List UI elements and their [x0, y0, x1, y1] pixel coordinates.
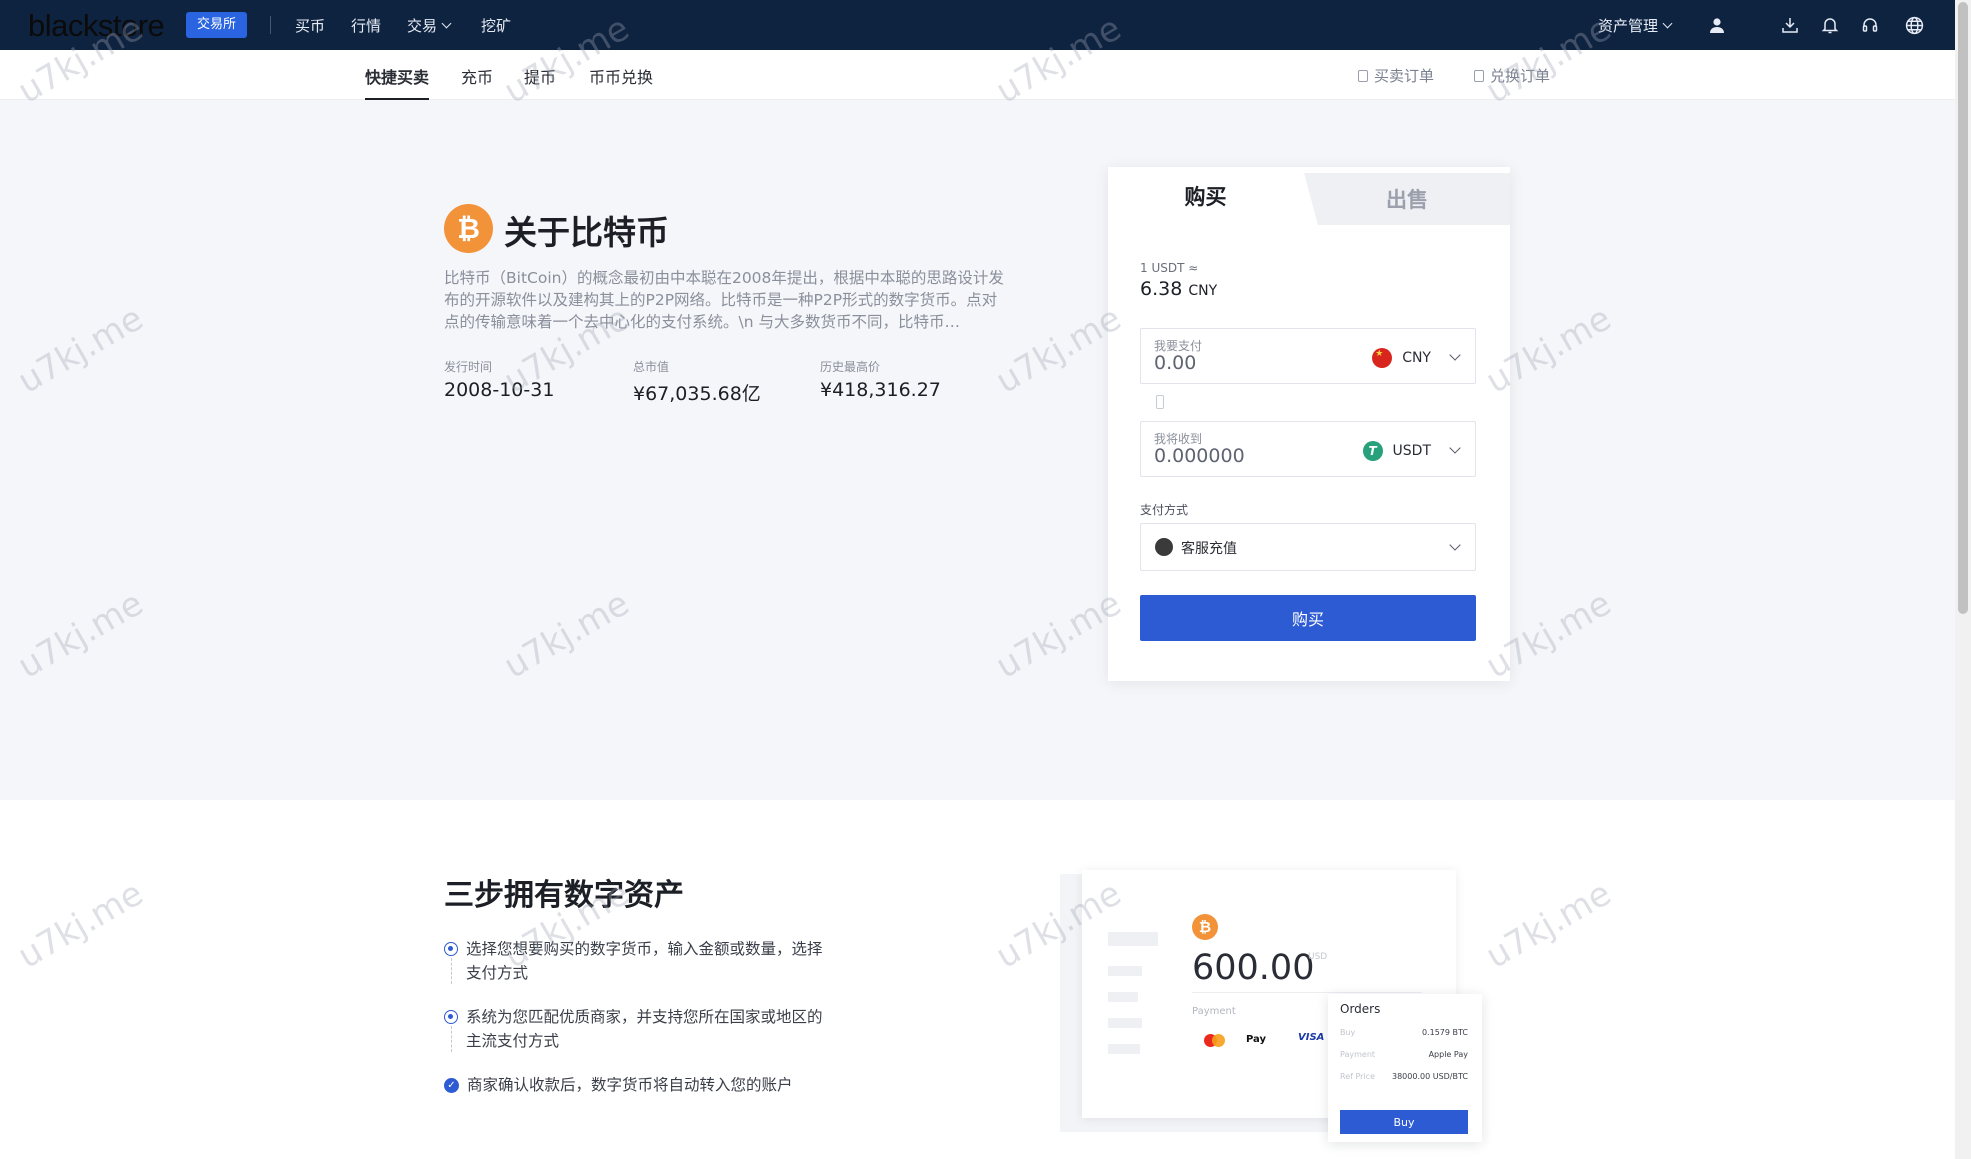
payment-method-value: 客服充值 [1181, 541, 1237, 557]
coin-description: 比特币（BitCoin）的概念最初由中本聪在2008年提出，根据中本聪的思路设计… [444, 269, 1004, 331]
skeleton-bar [1108, 1044, 1140, 1054]
step-radio-icon [444, 1010, 458, 1024]
mock-unit: USD [1308, 952, 1328, 962]
watermark: u7kj.me [497, 583, 636, 687]
china-flag-icon [1372, 348, 1393, 368]
orders-title: Orders [1340, 1002, 1381, 1016]
user-icon[interactable] [1706, 14, 1728, 36]
tab-deposit[interactable]: 充币 [461, 64, 493, 88]
divider [1192, 992, 1422, 993]
stat-value: 2008-10-31 [444, 379, 555, 401]
order-row: Ref Price 38000.00 USD/BTC [1340, 1072, 1468, 1081]
skeleton-bar [1108, 992, 1138, 1002]
tab-coin-swap[interactable]: 币币兑换 [589, 64, 653, 88]
trade-card: 出售 购买 1 USDT ≈ 6.38 CNY 我要支付 0.00 CNY 我将… [1108, 167, 1510, 681]
order-row: Payment Apple Pay [1340, 1050, 1468, 1059]
mastercard-icon [1212, 1034, 1225, 1047]
stat-issue-date: 发行时间 2008-10-31 [444, 358, 554, 401]
rate-value: 6.38 CNY [1140, 278, 1218, 300]
steps-section: 三步拥有数字资产 选择您想要购买的数字货币，输入金额或数量，选择支付方式 系统为… [0, 800, 1955, 1159]
exchange-badge[interactable]: 交易所 [186, 12, 248, 38]
chevron-down-icon[interactable] [1449, 442, 1461, 454]
bell-icon[interactable] [1819, 14, 1841, 36]
trade-orders-link[interactable]: 买卖订单 [1358, 65, 1434, 86]
skeleton-bar [1108, 966, 1142, 976]
step-radio-icon [444, 942, 458, 956]
skeleton-bar [1108, 932, 1158, 946]
skeleton-bar [1108, 1018, 1142, 1028]
top-navbar: blackstore 交易所 买币 行情 交易 挖矿 资产管理 [0, 0, 1955, 50]
stat-label: 历史最高价 [820, 360, 881, 374]
stat-value: ¥67,035.68亿 [633, 383, 761, 405]
nav-trade[interactable]: 交易 [407, 15, 452, 36]
mock-buy-button: Buy [1340, 1110, 1468, 1134]
tether-icon: T [1362, 441, 1383, 461]
pay-amount-field[interactable]: 我要支付 0.00 CNY [1140, 328, 1476, 384]
bitcoin-icon: ₿ [444, 204, 493, 253]
rate-label: 1 USDT ≈ [1140, 261, 1199, 275]
orders-card: Orders Buy 0.1579 BTC Payment Apple Pay Re… [1328, 994, 1482, 1142]
payment-method-select[interactable]: 客服充值 [1140, 523, 1476, 571]
chevron-down-icon[interactable] [1449, 349, 1461, 361]
chevron-down-icon [1662, 18, 1673, 29]
document-icon [1358, 69, 1368, 82]
bitcoin-icon: ₿ [1192, 914, 1218, 940]
receive-amount-input[interactable]: 0.000000 [1154, 445, 1245, 467]
payment-method-label: 支付方式 [1140, 503, 1189, 517]
watermark: u7kj.me [11, 583, 150, 687]
swap-icon[interactable] [1156, 395, 1164, 409]
document-icon [1474, 69, 1484, 82]
receive-amount-field[interactable]: 我将收到 0.000000 T USDT [1140, 421, 1476, 477]
globe-icon[interactable] [1903, 14, 1925, 36]
page-title: 关于比特币 [504, 213, 669, 252]
download-icon[interactable] [1779, 14, 1801, 36]
nav-mining[interactable]: 挖矿 [481, 15, 511, 36]
chevron-down-icon [441, 18, 452, 29]
step-item: 系统为您匹配优质商家，并支持您所在国家或地区的主流支付方式 [444, 1005, 824, 1053]
pay-amount-input[interactable]: 0.00 [1154, 352, 1196, 374]
check-circle-icon: ✓ [444, 1078, 459, 1093]
steps-title: 三步拥有数字资产 [444, 878, 684, 913]
nav-divider [270, 16, 271, 34]
scrollbar-thumb[interactable] [1958, 2, 1968, 614]
stat-all-time-high: 历史最高价 ¥418,316.27 [820, 358, 941, 401]
stat-market-cap: 总市值 ¥67,035.68亿 [633, 358, 761, 406]
tab-buy[interactable]: 购买 [1108, 167, 1303, 225]
stat-label: 发行时间 [444, 360, 493, 374]
nav-market[interactable]: 行情 [351, 15, 381, 36]
chevron-down-icon [1449, 539, 1461, 551]
tab-quick-trade[interactable]: 快捷买卖 [365, 64, 430, 100]
watermark: u7kj.me [11, 298, 150, 402]
tab-sell[interactable]: 出售 [1304, 173, 1510, 225]
tab-withdraw[interactable]: 提币 [524, 64, 556, 88]
buy-button[interactable]: 购买 [1140, 595, 1476, 641]
pay-currency-select[interactable]: CNY [1372, 348, 1431, 368]
receive-currency-select[interactable]: T USDT [1362, 441, 1431, 461]
step-item: 选择您想要购买的数字货币，输入金额或数量，选择支付方式 [444, 937, 824, 985]
nav-buy-coin[interactable]: 买币 [295, 15, 325, 36]
stat-label: 总市值 [633, 360, 670, 374]
stat-value: ¥418,316.27 [820, 379, 941, 401]
mock-payment-label: Payment [1192, 1006, 1236, 1017]
headset-icon[interactable] [1859, 14, 1881, 36]
step-item: ✓ 商家确认收款后，数字货币将自动转入您的账户 [444, 1073, 864, 1097]
order-row: Buy 0.1579 BTC [1340, 1028, 1468, 1037]
logo[interactable]: blackstore [28, 8, 165, 44]
mock-amount: 600.00 [1192, 948, 1315, 988]
visa-icon: VISA [1298, 1032, 1325, 1043]
support-avatar-icon [1155, 538, 1173, 556]
swap-orders-link[interactable]: 兑换订单 [1474, 65, 1550, 86]
sub-navbar: 快捷买卖 充币 提币 币币兑换 买卖订单 兑换订单 [0, 50, 1955, 100]
apple-pay-icon: Pay [1246, 1034, 1267, 1045]
asset-management-menu[interactable]: 资产管理 [1598, 15, 1673, 36]
